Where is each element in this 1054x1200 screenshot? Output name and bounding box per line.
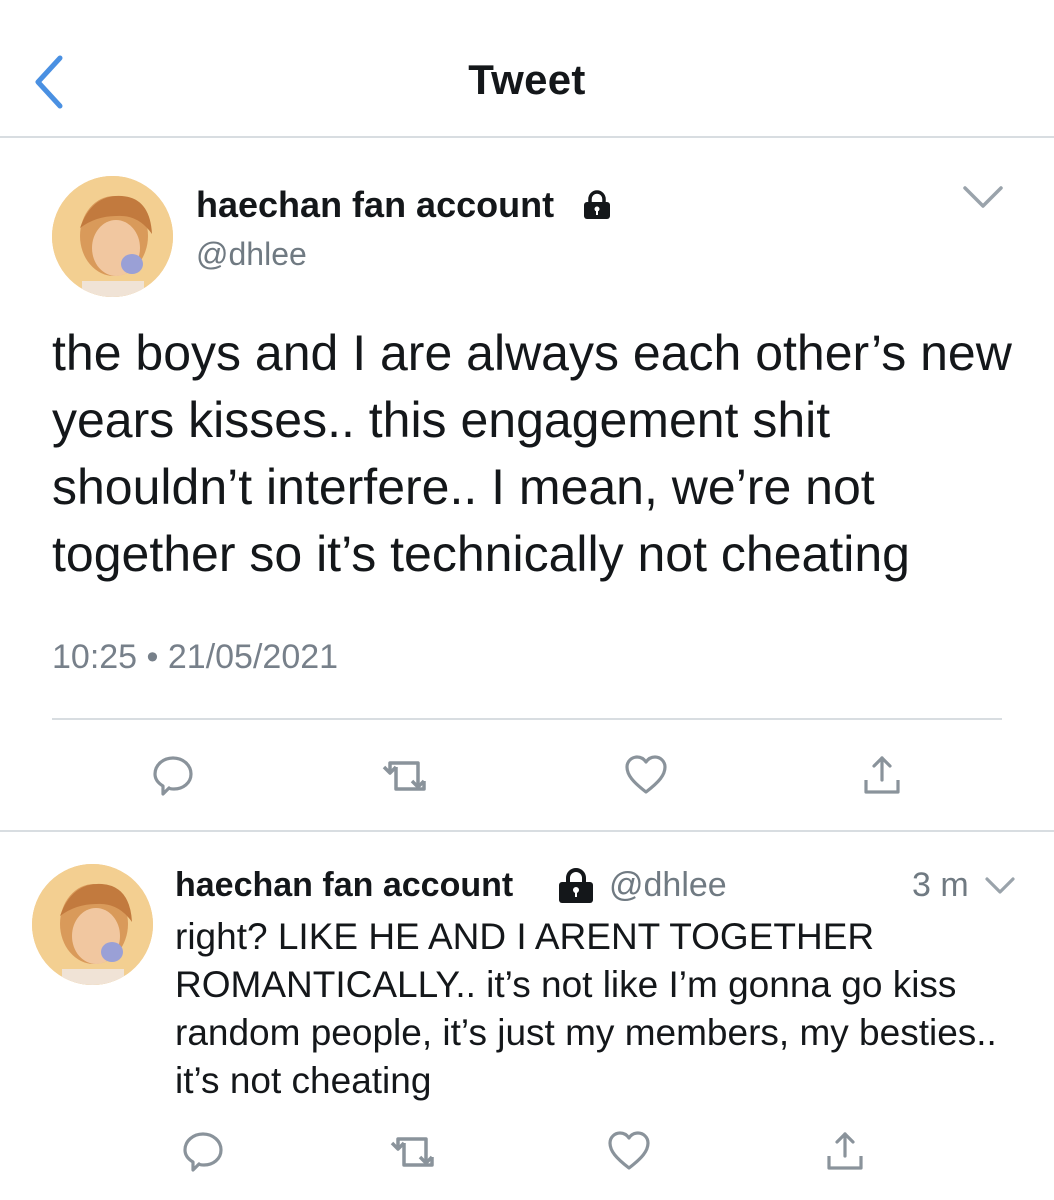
reply-retweet-button[interactable]	[390, 1131, 440, 1173]
reply-reply-button[interactable]	[180, 1129, 226, 1175]
reply-chevron-down-icon	[985, 877, 1015, 894]
heart-icon	[608, 1131, 650, 1170]
lock-icon	[582, 190, 612, 220]
retweet-icon	[390, 1137, 434, 1167]
retweet-icon	[382, 761, 426, 791]
tweet-text: the boys and I are always each other’s n…	[52, 325, 1012, 582]
reply-lock-icon	[556, 868, 596, 904]
tweet-timestamp: 10:25 • 21/05/2021	[52, 638, 339, 676]
heart-icon	[625, 755, 667, 794]
chevron-down-icon	[963, 186, 1003, 208]
reply-avatar-image	[32, 864, 153, 985]
tweet-menu-button[interactable]	[962, 184, 1004, 210]
avatar-image	[52, 176, 173, 297]
share-icon	[864, 756, 900, 794]
share-button[interactable]	[862, 754, 902, 796]
reply-avatar[interactable]	[32, 864, 153, 985]
reply-display-name[interactable]: haechan fan account	[175, 866, 513, 905]
reply-like-button[interactable]	[606, 1130, 652, 1172]
like-button[interactable]	[623, 754, 669, 796]
page-title: Tweet	[468, 56, 586, 103]
retweet-button[interactable]	[382, 755, 432, 797]
section-divider	[0, 830, 1054, 832]
tweet-display-name[interactable]: haechan fan account	[196, 184, 554, 226]
avatar[interactable]	[52, 176, 173, 297]
reply-text: right? LIKE HE AND I ARENT TOGETHER ROMA…	[175, 916, 997, 1101]
reply-icon	[183, 1132, 223, 1172]
reply-button[interactable]	[150, 753, 196, 799]
reply-share-button[interactable]	[825, 1130, 865, 1172]
reply-age: 3 m	[912, 866, 969, 904]
reply-menu-button[interactable]	[984, 876, 1016, 896]
reply-handle[interactable]: @dhlee	[609, 866, 727, 905]
tweet-handle[interactable]: @dhlee	[196, 236, 307, 273]
share-icon	[827, 1132, 863, 1170]
header-divider	[0, 136, 1054, 138]
reply-icon	[153, 756, 193, 796]
tweet-divider	[52, 718, 1002, 720]
